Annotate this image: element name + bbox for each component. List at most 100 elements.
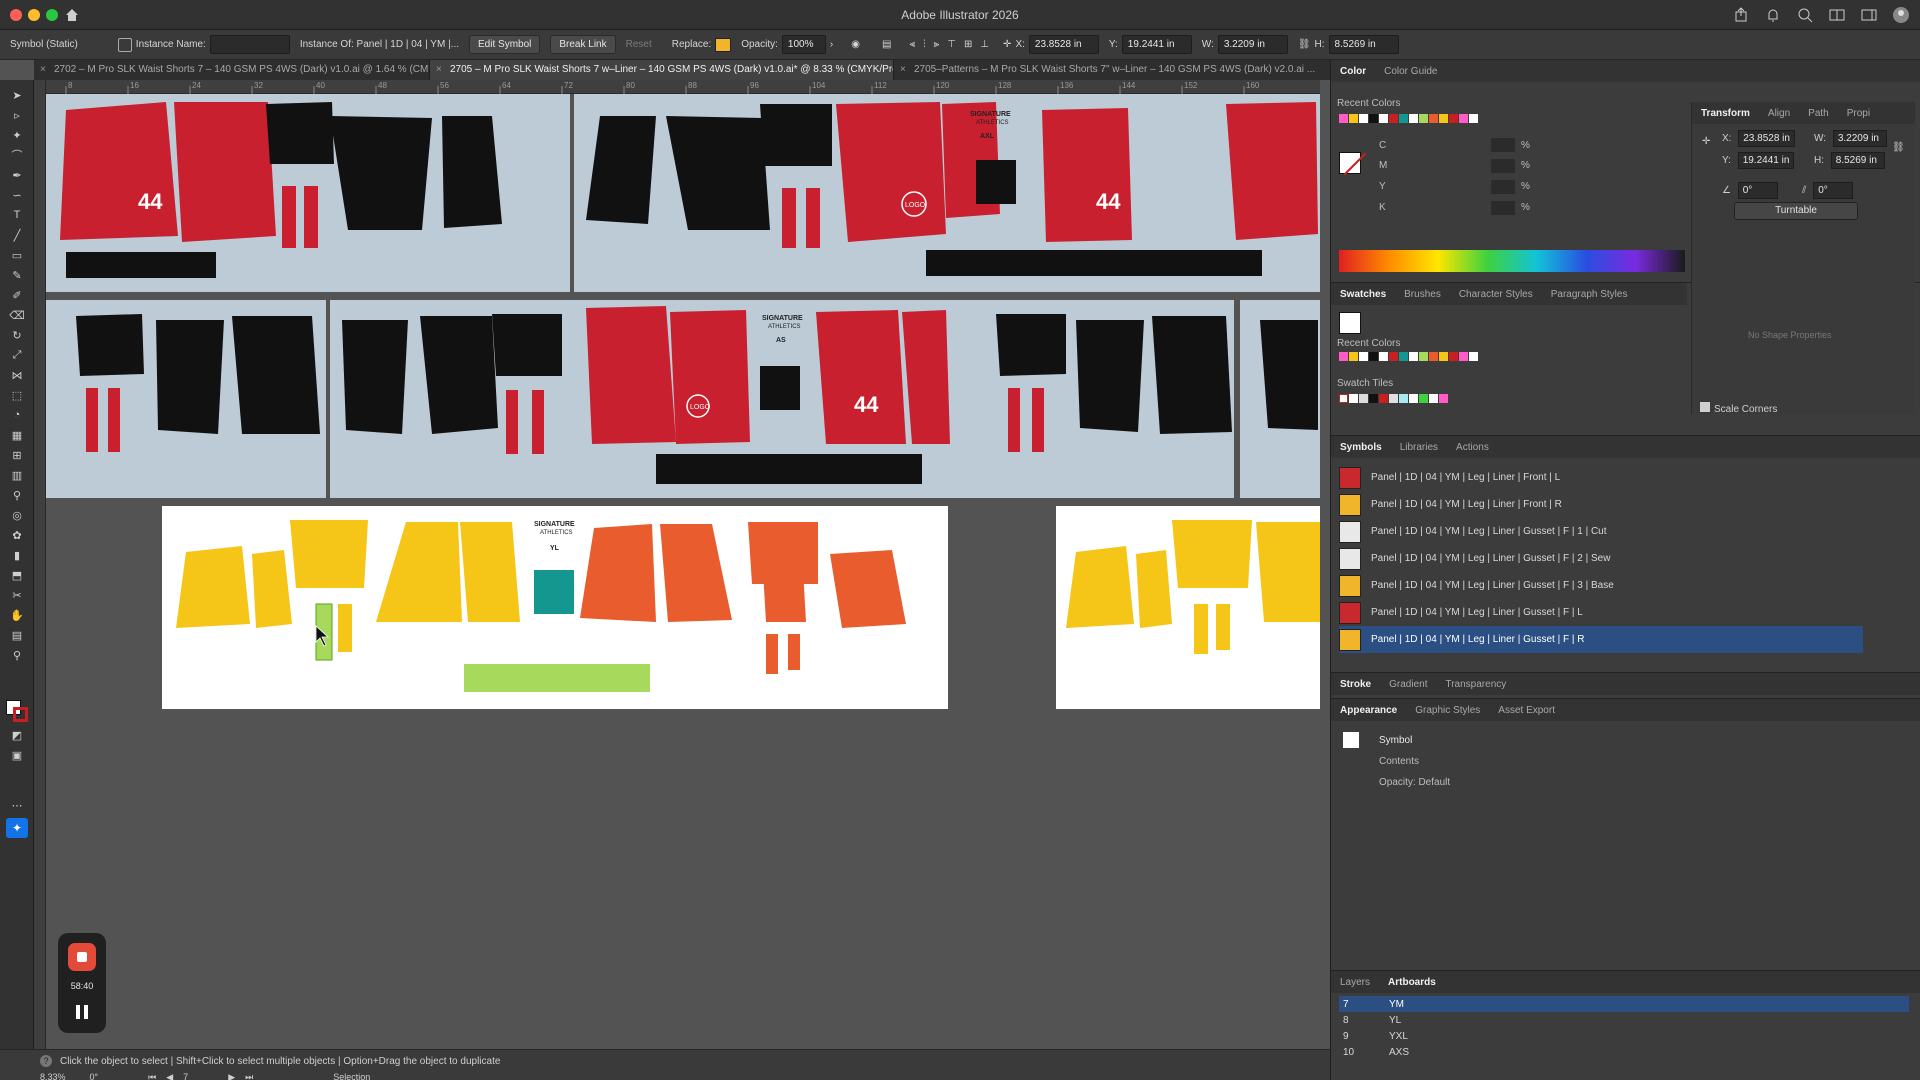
tab-character-styles[interactable]: Character Styles [1450,289,1542,300]
reference-point-icon[interactable]: ✛ [1003,39,1011,50]
instance-of-label[interactable]: Instance Of: Panel | 1D | 04 | YM |... [300,39,459,50]
yellow-panel[interactable] [1256,522,1320,622]
link-icon[interactable]: ⛓ [1298,39,1311,50]
tab-color-guide[interactable]: Color Guide [1375,66,1446,77]
instance-name-input[interactable] [209,35,290,54]
mesh-tool-icon[interactable]: ⊞ [9,448,25,462]
x-input[interactable]: 23.8528 in [1028,35,1099,54]
pocket-panel[interactable] [266,102,334,164]
recolor-icon[interactable]: ◉ [851,39,860,50]
artboard-row-selected[interactable]: 7 YM [1339,996,1909,1012]
share-icon[interactable] [1732,6,1750,24]
arrange-documents-icon[interactable] [1828,6,1846,24]
notifications-icon[interactable] [1764,6,1782,24]
yellow-panel[interactable] [1194,604,1208,654]
artboard-nav-first-icon[interactable]: ⏮ [148,1072,156,1080]
column-graph-tool-icon[interactable]: ▮ [9,548,25,562]
symbol-item[interactable]: Panel | 1D | 04 | YM | Leg | Liner | Gus… [1339,518,1863,545]
align-top-icon[interactable]: ⊤ [947,39,956,50]
help-icon[interactable]: ? [40,1055,52,1067]
tab-graphic-styles[interactable]: Graphic Styles [1406,705,1489,716]
canvas[interactable]: 44 LOGO SIGNATURE ATHLETICS AXL 44 LOGO … [46,94,1320,1049]
yellow-panel[interactable] [1066,546,1134,628]
red-panel[interactable] [60,102,178,240]
opacity-input[interactable]: 100% [781,35,826,54]
close-tab-icon[interactable]: × [900,64,906,75]
stop-recording-button[interactable] [68,943,96,971]
pocket-panel[interactable] [976,160,1016,204]
artboard-row[interactable]: 9 YXL [1339,1028,1909,1044]
tab-gradient[interactable]: Gradient [1380,679,1436,690]
zoom-level[interactable]: 8.33% [40,1072,66,1080]
tab-layers[interactable]: Layers [1331,977,1379,988]
scale-corners-checkbox[interactable] [1700,402,1710,412]
artboard-tool-icon[interactable]: ⬒ [9,568,25,582]
black-input[interactable] [1491,201,1515,215]
black-panel[interactable] [342,320,408,434]
pen-tool-icon[interactable]: ✒ [9,168,25,182]
type-tool-icon[interactable]: T [9,208,25,222]
fill-stroke-swatch[interactable] [6,700,28,722]
eyedropper-tool-icon[interactable]: ⚲ [9,488,25,502]
red-panel[interactable] [836,102,946,242]
h-input[interactable]: 8.5269 in [1328,35,1399,54]
gradient-tool-icon[interactable]: ▥ [9,468,25,482]
red-strip[interactable] [506,390,518,454]
fill-stroke-mini[interactable] [1339,152,1367,176]
symbol-item[interactable]: Panel | 1D | 04 | YM | Leg | Liner | Fro… [1339,464,1863,491]
turntable-button[interactable]: Turntable [1734,202,1858,220]
red-panel[interactable] [816,310,906,444]
scale-tool-icon[interactable]: ⤢ [9,348,25,362]
zoom-tool-icon[interactable]: ⚲ [9,648,25,662]
tab-transform[interactable]: Transform [1692,108,1759,119]
w-input[interactable]: 3.2209 in [1217,35,1288,54]
rotation-value[interactable]: 0° [90,1072,99,1080]
constrain-proportions-icon[interactable]: ⛓ [1892,142,1905,153]
user-avatar-icon[interactable] [1892,6,1910,24]
curvature-tool-icon[interactable]: ∽ [9,188,25,202]
lasso-tool-icon[interactable]: ⌒ [9,148,25,162]
line-tool-icon[interactable]: ╱ [9,228,25,242]
tab-appearance[interactable]: Appearance [1331,705,1406,716]
transform-y-input[interactable]: 19.2441 in [1737,152,1795,169]
swatch-tiles[interactable] [1339,394,1449,406]
black-panel[interactable] [1260,320,1318,430]
reset-button[interactable]: Reset [626,39,652,50]
swatch-fill-stroke[interactable] [1339,312,1361,334]
yellow-panel[interactable] [1172,520,1252,588]
black-panel[interactable] [232,316,320,434]
symbol-item[interactable]: Panel | 1D | 04 | YM | Leg | Liner | Gus… [1339,545,1863,572]
artboard-row[interactable]: 10 AXS [1339,1044,1909,1060]
waistband[interactable] [66,252,216,278]
appearance-contents[interactable]: Contents [1379,756,1419,767]
align-right-icon[interactable]: ⫸ [934,39,940,50]
shape-builder-tool-icon[interactable]: ◔ [9,408,25,422]
pocket-panel[interactable] [760,366,800,410]
tab-properties[interactable]: Propi [1838,108,1879,119]
search-icon[interactable] [1796,6,1814,24]
close-tab-icon[interactable]: × [40,64,46,75]
symbol-item-selected[interactable]: Panel | 1D | 04 | YM | Leg | Liner | Gus… [1339,626,1863,653]
tab-libraries[interactable]: Libraries [1391,442,1447,453]
green-waistband[interactable] [464,664,650,692]
drawing-modes-icon[interactable]: ◩ [9,728,25,742]
pocket-panel[interactable] [492,314,562,376]
pocket-panel[interactable] [76,314,144,376]
close-tab-icon[interactable]: × [436,64,442,75]
orange-panel[interactable] [762,552,806,622]
tab-path[interactable]: Path [1799,108,1838,119]
yellow-panel[interactable] [290,520,368,588]
shear-input[interactable]: 0° [1813,182,1854,199]
pause-icon[interactable] [76,1005,88,1019]
red-panel[interactable] [586,306,676,444]
document-tab-2705[interactable]: × 2705 – M Pro SLK Waist Shorts 7 w–Liner… [430,60,894,80]
document-tab-2705-patterns[interactable]: × 2705–Patterns – M Pro SLK Waist Shorts … [894,60,1334,80]
orange-strip[interactable] [766,634,778,674]
rotate-tool-icon[interactable]: ↻ [9,328,25,342]
red-strip[interactable] [1008,388,1020,452]
tab-align[interactable]: Align [1759,108,1799,119]
more-tools-icon[interactable]: ⋯ [9,798,25,812]
hand-tool-icon[interactable]: ✋ [9,608,25,622]
artboard-number[interactable]: 7 [183,1072,188,1080]
appearance-opacity[interactable]: Opacity: Default [1379,777,1450,788]
